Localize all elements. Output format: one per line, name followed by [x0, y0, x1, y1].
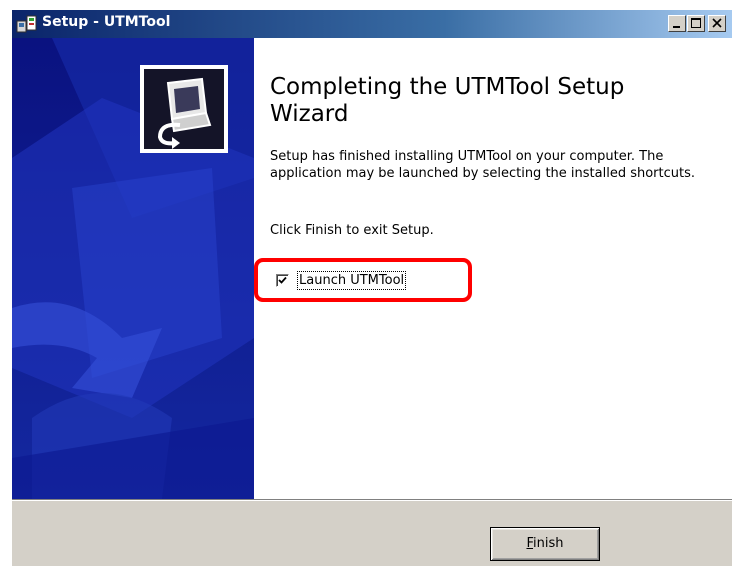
minimize-button[interactable] — [668, 15, 686, 32]
finish-label: inish — [533, 536, 564, 551]
window-title: Setup - UTMTool — [42, 14, 171, 30]
checkmark-icon — [278, 276, 287, 284]
close-icon — [712, 18, 722, 28]
wizard-heading: Completing the UTMTool Setup Wizard — [270, 74, 625, 127]
maximize-button[interactable] — [687, 15, 705, 32]
setup-installer-icon — [16, 14, 38, 34]
maximize-icon — [691, 18, 701, 28]
close-button[interactable] — [708, 15, 726, 32]
logo-frame — [140, 65, 228, 153]
wizard-footer: Finish — [12, 499, 732, 566]
exit-instruction-text: Click Finish to exit Setup. — [270, 223, 434, 238]
title-bar[interactable]: Setup - UTMTool — [12, 10, 732, 38]
wizard-banner-image — [12, 38, 254, 499]
minimize-icon — [673, 26, 680, 28]
computer-install-icon — [144, 69, 224, 149]
launch-checkbox[interactable] — [276, 274, 289, 287]
launch-checkbox-label[interactable]: Launch UTMTool — [296, 271, 407, 290]
finish-button[interactable]: Finish — [490, 527, 600, 561]
wizard-content: Completing the UTMTool Setup Wizard Setu… — [12, 38, 732, 499]
setup-window: Setup - UTMTool Completing the UTMTool S… — [12, 10, 732, 566]
wizard-body-text: Setup has finished installing UTMTool on… — [270, 149, 696, 181]
